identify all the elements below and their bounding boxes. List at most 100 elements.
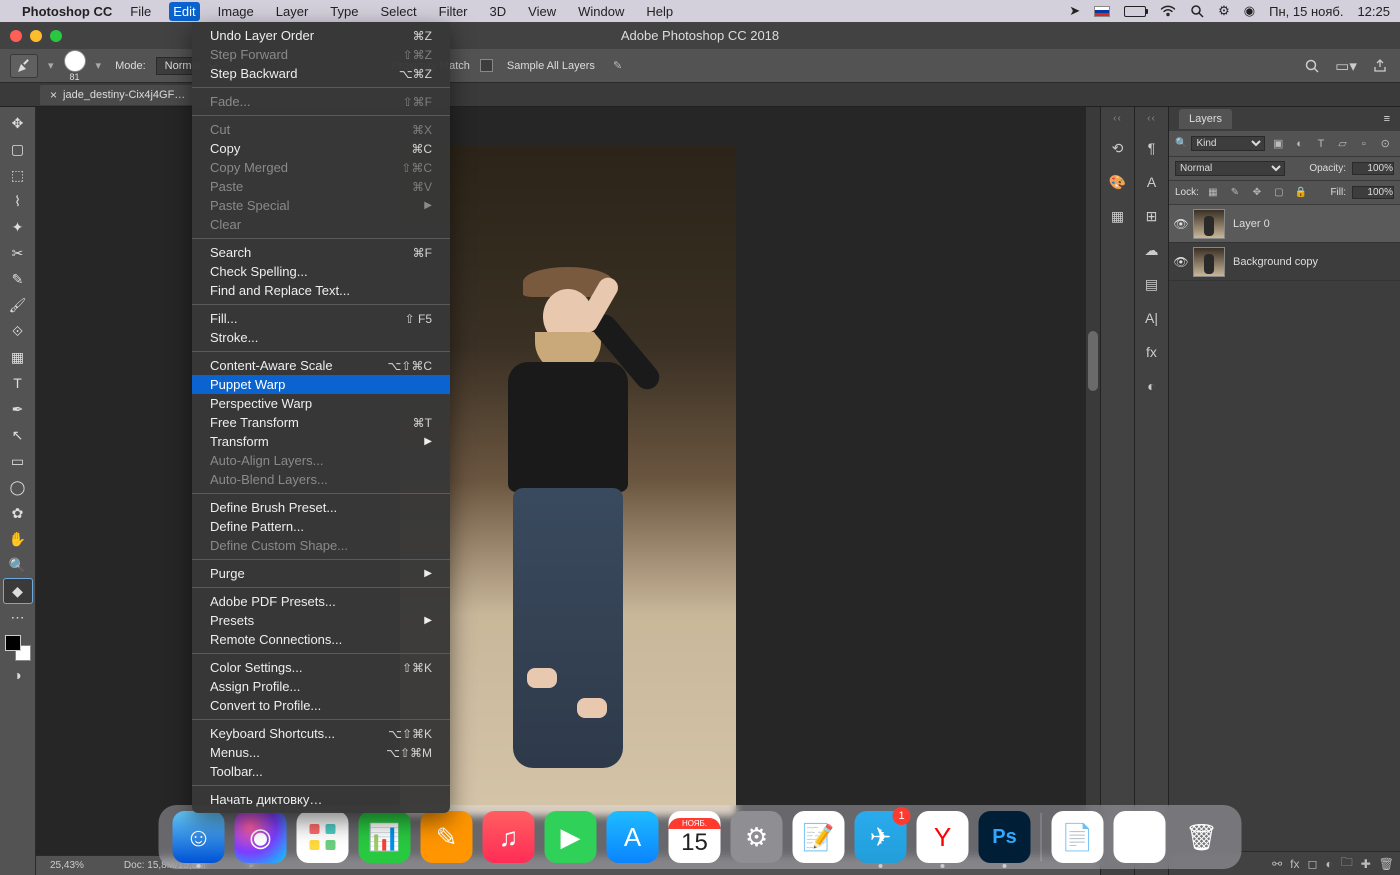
cc-libraries-icon[interactable]: ☁ (1140, 238, 1164, 262)
adjustment-layer-icon[interactable]: ◐ (1325, 857, 1332, 871)
opacity-input[interactable] (1352, 162, 1394, 175)
sample-all-checkbox[interactable] (480, 59, 493, 72)
dock-siri-icon[interactable]: ◉ (235, 811, 287, 863)
edit-menu-item[interactable]: Presets▶ (192, 611, 450, 630)
workspace-icon[interactable]: ▭▾ (1336, 56, 1356, 76)
edit-menu-item[interactable]: Remote Connections... (192, 630, 450, 649)
dock-telegram-icon[interactable]: ✈1 (855, 811, 907, 863)
app-name[interactable]: Photoshop CC (22, 4, 112, 19)
character-panel-icon[interactable]: ¶ (1140, 136, 1164, 160)
location-icon[interactable]: ➤ (1069, 3, 1080, 19)
layer-thumbnail[interactable] (1193, 209, 1225, 239)
dock-settings-icon[interactable]: ⚙ (731, 811, 783, 863)
lock-position-icon[interactable]: ✥ (1249, 187, 1265, 198)
menu-window[interactable]: Window (574, 2, 628, 21)
new-layer-icon[interactable]: ✚ (1361, 857, 1371, 871)
dock-appstore-icon[interactable]: A (607, 811, 659, 863)
dock-trash-icon[interactable]: 🗑 (1176, 811, 1228, 863)
edit-menu-item[interactable]: Color Settings...⇧⌘K (192, 658, 450, 677)
dock-music-icon[interactable]: ♫ (483, 811, 535, 863)
dock-file2-icon[interactable]: 🖼 (1114, 811, 1166, 863)
menu-view[interactable]: View (524, 2, 560, 21)
quick-select-tool-icon[interactable]: ✦ (4, 215, 32, 239)
filter-toggle-icon[interactable]: ⊙ (1377, 135, 1394, 153)
dock-pages-icon[interactable]: ✎ (421, 811, 473, 863)
edit-menu-item[interactable]: Purge▶ (192, 564, 450, 583)
blend-mode-select[interactable]: Normal (1175, 161, 1285, 176)
menu-filter[interactable]: Filter (435, 2, 472, 21)
edit-menu-item[interactable]: Toolbar... (192, 762, 450, 781)
edit-menu-item[interactable]: Adobe PDF Presets... (192, 592, 450, 611)
edit-menu-item[interactable]: Puppet Warp (192, 375, 450, 394)
channels-panel-icon[interactable]: ◐ (1140, 374, 1164, 398)
dock-photoshop-icon[interactable]: Ps (979, 811, 1031, 863)
siri-icon[interactable]: ◉ (1244, 3, 1255, 19)
dock-expand-icon[interactable]: ‹‹ (1147, 113, 1156, 124)
filter-smart-icon[interactable]: ▫ (1355, 135, 1372, 153)
spotlight-icon[interactable] (1190, 4, 1204, 18)
menu-image[interactable]: Image (214, 2, 258, 21)
menu-layer[interactable]: Layer (272, 2, 313, 21)
menu-help[interactable]: Help (642, 2, 677, 21)
dock-finder-icon[interactable]: ☺ (173, 811, 225, 863)
crop-tool-icon[interactable]: ✂ (4, 241, 32, 265)
layer-filter-select[interactable]: Kind (1191, 136, 1265, 151)
minimize-window-button[interactable] (30, 30, 42, 42)
maximize-window-button[interactable] (50, 30, 62, 42)
lasso-tool-icon[interactable]: ⌇ (4, 189, 32, 213)
tab-close-icon[interactable]: × (50, 88, 57, 102)
search-icon[interactable] (1302, 56, 1322, 76)
close-window-button[interactable] (10, 30, 22, 42)
color-panel-icon[interactable]: 🎨 (1106, 170, 1130, 194)
edit-menu-item[interactable]: Keyboard Shortcuts...⌥⇧⌘K (192, 724, 450, 743)
layer-mask-icon[interactable]: ◻ (1307, 857, 1317, 871)
layer-name[interactable]: Background copy (1233, 256, 1318, 268)
edit-menu-item[interactable]: Perspective Warp (192, 394, 450, 413)
path-select-tool-icon[interactable]: ↖ (4, 423, 32, 447)
edit-menu-item[interactable]: Copy⌘C (192, 139, 450, 158)
swatches-panel-icon[interactable]: ▦ (1106, 204, 1130, 228)
panel-menu-icon[interactable]: ≡ (1384, 113, 1390, 125)
adjustments-panel-icon[interactable]: A| (1140, 306, 1164, 330)
layer-row[interactable]: 👁 Layer 0 (1169, 205, 1400, 243)
edit-menu-item[interactable]: Stroke... (192, 328, 450, 347)
edit-menu-item[interactable]: Check Spelling... (192, 262, 450, 281)
input-flag-icon[interactable] (1094, 6, 1110, 17)
zoom-level[interactable]: 25,43% (50, 860, 84, 871)
edit-menu-item[interactable]: Search⌘F (192, 243, 450, 262)
lock-artboard-icon[interactable]: ▢ (1271, 187, 1287, 198)
menubar-date[interactable]: Пн, 15 нояб. (1269, 4, 1343, 19)
lock-all-icon[interactable]: 🔒 (1293, 187, 1309, 198)
document-tab[interactable]: × jade_destiny-Cix4j4GF… (40, 85, 195, 105)
dock-numbers-icon[interactable]: 📊 (359, 811, 411, 863)
menu-select[interactable]: Select (376, 2, 420, 21)
clone-tool-icon[interactable]: ⟐ (4, 319, 32, 343)
layer-thumbnail[interactable] (1193, 247, 1225, 277)
glyphs-panel-icon[interactable]: ⊞ (1140, 204, 1164, 228)
dock-facetime-icon[interactable]: ▶ (545, 811, 597, 863)
dock-notes-icon[interactable]: 📝 (793, 811, 845, 863)
custom-shape-tool-icon[interactable]: ✿ (4, 501, 32, 525)
layer-fx-icon[interactable]: fx (1290, 857, 1299, 871)
edit-menu-item[interactable]: Начать диктовку… (192, 790, 450, 809)
eyedropper-tool-icon[interactable]: ✎ (4, 267, 32, 291)
lock-pixels-icon[interactable]: ▦ (1205, 187, 1221, 198)
move-tool-icon[interactable]: ✥ (4, 111, 32, 135)
pressure-icon[interactable]: ✎ (613, 59, 622, 72)
layer-visibility-icon[interactable]: 👁 (1169, 217, 1193, 231)
edit-menu-item[interactable]: Fill...⇧ F5 (192, 309, 450, 328)
dock-expand-icon[interactable]: ‹‹ (1113, 113, 1122, 124)
control-center-icon[interactable]: ⚙ (1218, 3, 1230, 19)
gradient-tool-icon[interactable]: ▦ (4, 345, 32, 369)
edit-menu-item[interactable]: Assign Profile... (192, 677, 450, 696)
artboard-tool-icon[interactable]: ▢ (4, 137, 32, 161)
dock-launchpad-icon[interactable] (297, 811, 349, 863)
ellipse-tool-icon[interactable]: ◯ (4, 475, 32, 499)
layer-row[interactable]: 👁 Background copy (1169, 243, 1400, 281)
edit-menu-item[interactable]: Free Transform⌘T (192, 413, 450, 432)
styles-panel-icon[interactable]: fx (1140, 340, 1164, 364)
filter-adjust-icon[interactable]: ◐ (1291, 135, 1308, 153)
filter-shape-icon[interactable]: ▱ (1334, 135, 1351, 153)
fill-input[interactable] (1352, 186, 1394, 199)
edit-menu-item[interactable]: Content-Aware Scale⌥⇧⌘C (192, 356, 450, 375)
